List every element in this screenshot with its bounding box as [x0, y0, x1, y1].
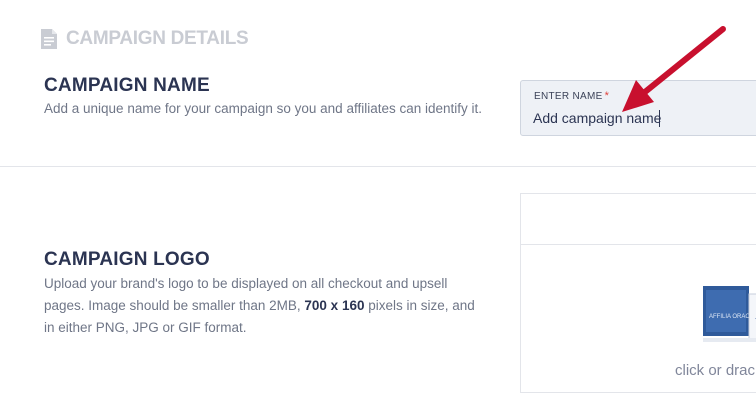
document-icon — [41, 29, 57, 49]
logo-upload-panel[interactable]: D AFFILIA ORAC A O click or drac — [520, 193, 756, 393]
input-label-text: ENTER NAME — [534, 91, 603, 102]
text-caret — [659, 110, 660, 127]
required-marker: * — [604, 90, 610, 102]
campaign-name-label: ENTER NAME * — [534, 90, 609, 102]
logo-thumbnail-image: AFFILIA ORAC A O — [703, 286, 756, 342]
logo-size-bold: 700 x 160 — [304, 298, 365, 313]
section-header: CAMPAIGN DETAILS — [40, 27, 249, 51]
section-divider — [0, 166, 756, 167]
logo-panel-header: D — [521, 194, 756, 245]
campaign-name-description: Add a unique name for your campaign so y… — [44, 101, 483, 116]
campaign-name-input[interactable] — [533, 110, 753, 126]
campaign-logo-title: CAMPAIGN LOGO — [44, 249, 210, 270]
section-title: CAMPAIGN DETAILS — [66, 28, 249, 49]
thumbnail-text-1: AFFILIA ORAC — [709, 314, 750, 320]
campaign-name-title: CAMPAIGN NAME — [44, 75, 210, 96]
campaign-logo-description: Upload your brand's logo to be displayed… — [44, 273, 489, 339]
upload-hint-text: click or drac — [675, 362, 756, 379]
campaign-name-field[interactable]: ENTER NAME * — [520, 80, 756, 136]
